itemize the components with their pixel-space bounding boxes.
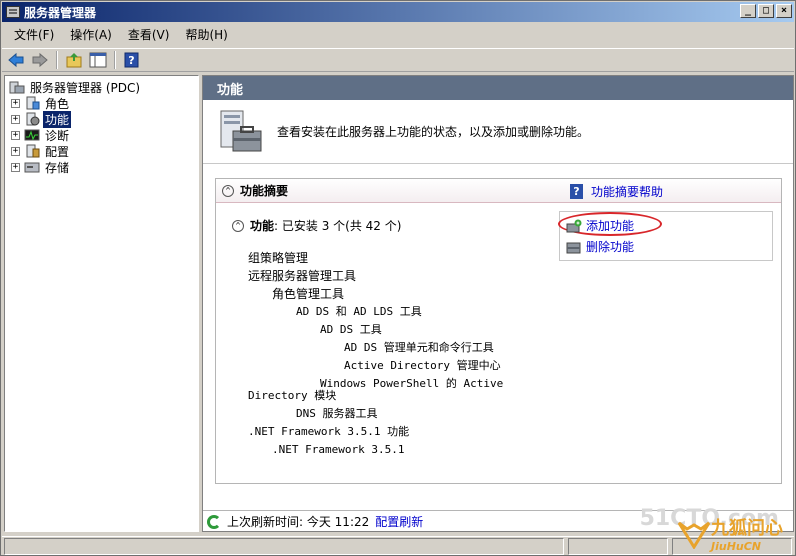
list-item: AD DS 工具 (320, 323, 382, 336)
help-book-icon: ? (124, 52, 139, 68)
pane-header: 功能 (203, 76, 793, 100)
forward-button[interactable] (30, 50, 50, 70)
tree-item-diagnostics[interactable]: + 诊断 (11, 127, 71, 143)
add-features-link[interactable]: 添加功能 (558, 212, 662, 236)
tree-item-label: 诊断 (45, 128, 70, 143)
maximize-button[interactable]: □ (758, 4, 774, 18)
tree-root[interactable]: 服务器管理器 (PDC) (9, 79, 142, 95)
server-icon (9, 80, 25, 94)
up-level-button[interactable] (64, 50, 84, 70)
show-hide-console-tree-button[interactable] (88, 50, 108, 70)
menu-help[interactable]: 帮助(H) (177, 26, 235, 44)
forward-arrow-icon (32, 52, 48, 68)
toolbar-separator-2 (114, 51, 116, 69)
list-item: AD DS 管理单元和命令行工具 (344, 341, 494, 354)
collapse-icon[interactable]: ^ (232, 219, 244, 232)
minimize-button[interactable]: _ (740, 4, 756, 18)
title-bar[interactable]: 服务器管理器 _ □ × (2, 2, 794, 22)
folder-up-icon (66, 53, 82, 68)
list-item: 角色管理工具 (272, 287, 345, 301)
tree-item-label: 配置 (45, 144, 70, 159)
configuration-icon (24, 144, 40, 158)
features-summary-section: ^ 功能摘要 ? 功能摘要帮助 ^ 功能: 已安装 3 个(共 42 个) 组策… (215, 178, 782, 484)
expand-icon[interactable]: + (11, 98, 20, 108)
status-cell (568, 538, 668, 555)
brand-name: 九狐问心 (711, 518, 783, 539)
refresh-icon (207, 514, 221, 529)
console-tree: 服务器管理器 (PDC) + 角色 + 功能 + 诊断 + 配置 + 存储 (4, 75, 199, 532)
menu-bar: 文件(F) 操作(A) 查看(V) 帮助(H) (2, 25, 794, 45)
list-item: 远程服务器管理工具 (248, 269, 357, 283)
expand-icon[interactable]: + (11, 162, 20, 172)
brand-logo: 九狐问心 JiuHuCN (677, 514, 783, 553)
list-item: Directory 模块 (248, 389, 337, 402)
tree-item-label: 存储 (45, 160, 70, 175)
fox-logo-icon (677, 521, 711, 549)
intro-section: 查看安装在此服务器上功能的状态，以及添加或删除功能。 (203, 100, 793, 164)
svg-text:?: ? (128, 54, 134, 67)
close-button[interactable]: × (776, 4, 792, 18)
features-summary-header: ^ 功能摘要 ? 功能摘要帮助 (216, 179, 781, 203)
console-tree-icon (89, 52, 107, 68)
status-cell (4, 538, 564, 555)
action-label: 删除功能 (586, 240, 635, 254)
features-icon (24, 112, 40, 126)
remove-features-icon (566, 240, 582, 254)
diagnostics-icon (24, 128, 40, 142)
configure-refresh-link[interactable]: 配置刷新 (375, 513, 423, 530)
list-item: Windows PowerShell 的 Active (320, 377, 504, 390)
status-bar (2, 536, 794, 555)
tree-item-configuration[interactable]: + 配置 (11, 143, 71, 159)
window-controls: _ □ × (740, 4, 792, 18)
add-features-icon (566, 219, 582, 233)
roles-icon (24, 96, 40, 110)
list-item: Active Directory 管理中心 (344, 359, 501, 372)
expand-icon[interactable]: + (11, 114, 20, 124)
tree-item-label: 功能 (43, 110, 72, 128)
section-title: 功能摘要 (240, 184, 289, 198)
help-link-label: 功能摘要帮助 (590, 185, 663, 199)
list-item: 组策略管理 (248, 251, 309, 265)
details-pane: 功能 查看安装在此服务器上功能的状态，以及添加或删除功能。 ^ 功能摘要 ? 功… (202, 75, 794, 532)
features-installed-title: 功能: 已安装 3 个(共 42 个) (250, 219, 402, 233)
features-toolbox-icon (220, 110, 262, 151)
server-manager-window: 服务器管理器 _ □ × 文件(F) 操作(A) 查看(V) 帮助(H) ? 服… (0, 0, 796, 556)
remove-features-link[interactable]: 删除功能 (566, 238, 634, 255)
list-item: DNS 服务器工具 (296, 407, 378, 420)
tree-item-storage[interactable]: + 存储 (11, 159, 71, 175)
help-icon: ? (569, 184, 583, 199)
expand-icon[interactable]: + (11, 130, 20, 140)
toolbar-separator (56, 51, 58, 69)
actions-box: 添加功能 删除功能 (558, 211, 773, 261)
list-item: AD DS 和 AD LDS 工具 (296, 305, 422, 318)
back-button[interactable] (6, 50, 26, 70)
features-summary-help-link[interactable]: ? 功能摘要帮助 (569, 183, 663, 200)
storage-icon (24, 160, 40, 174)
features-installed-header: ^ 功能: 已安装 3 个(共 42 个) (232, 217, 401, 234)
back-arrow-icon (8, 52, 24, 68)
server-manager-icon (6, 6, 20, 18)
menu-view[interactable]: 查看(V) (120, 26, 178, 44)
toolbar: ? (2, 48, 794, 72)
last-refresh-label: 上次刷新时间: 今天 11:22 (227, 515, 370, 529)
collapse-icon[interactable]: ^ (222, 184, 234, 197)
list-item: .NET Framework 3.5.1 (272, 443, 405, 456)
menu-action[interactable]: 操作(A) (62, 26, 120, 44)
tree-item-features[interactable]: + 功能 (11, 110, 72, 128)
brand-sub: JiuHuCN (711, 540, 762, 553)
tree-root-label: 服务器管理器 (PDC) (30, 80, 141, 95)
tree-item-label: 角色 (45, 96, 70, 111)
menu-file[interactable]: 文件(F) (6, 26, 62, 44)
intro-text: 查看安装在此服务器上功能的状态，以及添加或删除功能。 (277, 125, 590, 139)
expand-icon[interactable]: + (11, 146, 20, 156)
help-button[interactable]: ? (122, 50, 142, 70)
tree-item-roles[interactable]: + 角色 (11, 95, 71, 111)
window-title: 服务器管理器 (24, 5, 97, 20)
list-item: .NET Framework 3.5.1 功能 (248, 425, 410, 438)
